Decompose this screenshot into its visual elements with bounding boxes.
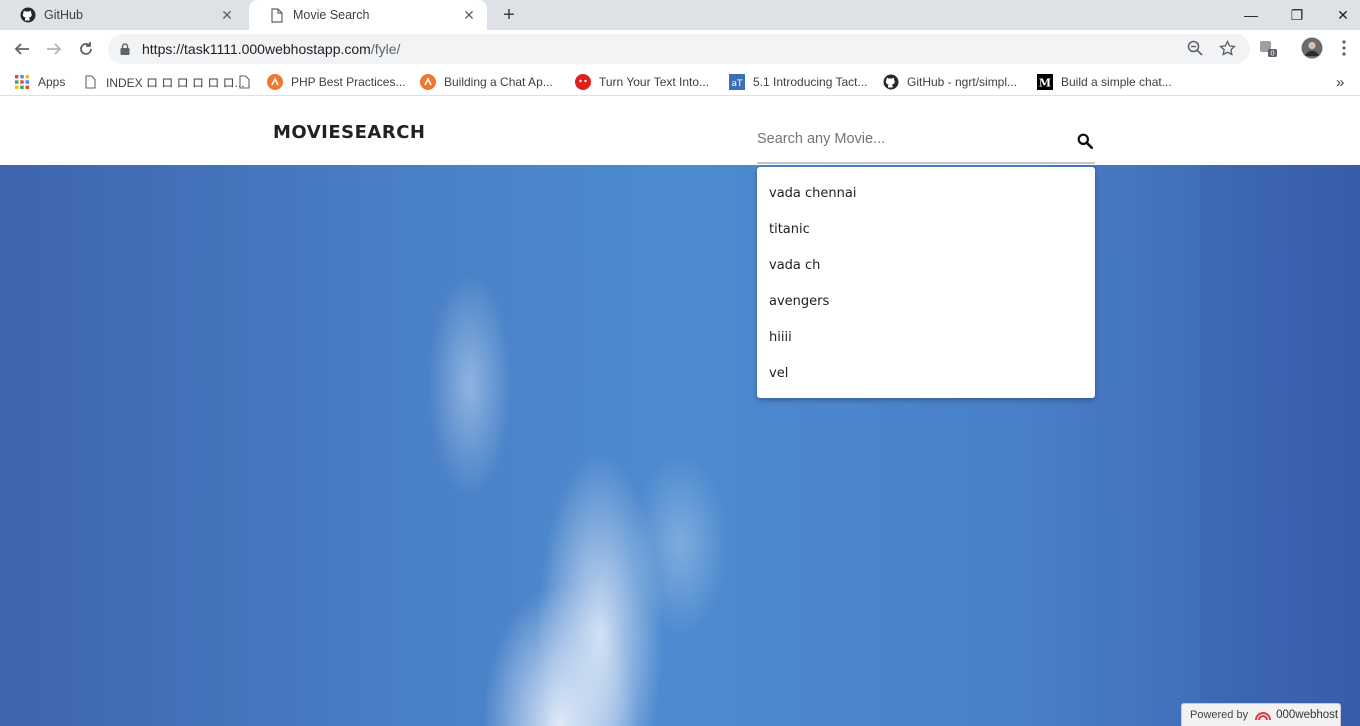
tab-title: Movie Search (293, 8, 370, 22)
bookmark-build-simple-chat[interactable]: M Build a simple chat... (1037, 72, 1172, 92)
suggestion-item[interactable]: vada chennai (757, 175, 1095, 211)
suggestion-item[interactable]: hiiii (757, 319, 1095, 355)
powered-by-label: Powered by (1190, 709, 1249, 721)
github-icon (883, 74, 899, 90)
minimize-button[interactable]: — (1228, 0, 1274, 30)
extension-icon[interactable]: 0 (1258, 38, 1278, 58)
bookmark-label: Turn Your Text Into... (599, 75, 710, 89)
bookmark-label: Building a Chat Ap... (444, 75, 553, 89)
restore-button[interactable]: ❐ (1274, 0, 1320, 30)
back-arrow-icon (14, 43, 29, 55)
background-edge-shade (1200, 165, 1360, 726)
bookmark-index[interactable]: INDEX ロ ロ ロ ロ ロ ロ... (82, 72, 245, 92)
close-icon[interactable]: ✕ (219, 7, 235, 23)
orange-logo-icon (420, 74, 436, 90)
window-close-button[interactable]: ✕ (1320, 0, 1360, 30)
tab-title: GitHub (44, 8, 83, 22)
site-navbar: MOVIESEARCH (0, 101, 1360, 165)
suggestion-item[interactable]: vada ch (757, 247, 1095, 283)
profile-avatar[interactable] (1300, 36, 1324, 60)
suggestion-item[interactable]: avengers (757, 283, 1095, 319)
zoom-icon[interactable] (1185, 38, 1205, 58)
medium-icon: M (1037, 74, 1053, 90)
bookmark-label: 5.1 Introducing Tact... (753, 75, 868, 89)
bookmark-php-best-practices[interactable]: PHP Best Practices... (267, 72, 406, 92)
suggestion-item[interactable]: vel (757, 355, 1095, 391)
github-icon (20, 7, 36, 23)
forward-button[interactable] (43, 38, 65, 60)
bookmarks-overflow-button[interactable]: » (1336, 72, 1344, 92)
bookmark-label: INDEX ロ ロ ロ ロ ロ ロ... (106, 75, 245, 90)
address-bar[interactable]: https://task1111.000webhostapp.com/fyle/ (108, 34, 1250, 64)
page-viewport: MOVIESEARCH vada chennai titanic vada ch… (0, 101, 1360, 726)
url-path: /fyle/ (370, 41, 401, 57)
suggestion-item[interactable]: titanic (757, 211, 1095, 247)
orange-logo-icon (267, 74, 283, 90)
bookmark-apps[interactable]: Apps (14, 72, 65, 92)
host-brand: 000webhost (1276, 709, 1339, 721)
page-icon (269, 7, 285, 23)
bookmark-label: PHP Best Practices... (291, 75, 406, 89)
search-icon[interactable] (1075, 131, 1095, 151)
search-box (757, 125, 1095, 164)
back-button[interactable] (11, 38, 33, 60)
bookmark-introducing-tactics[interactable]: aT 5.1 Introducing Tact... (729, 72, 868, 92)
bookmark-building-chat-app[interactable]: Building a Chat Ap... (420, 72, 553, 92)
search-input[interactable] (757, 125, 1057, 153)
bookmark-label: Build a simple chat... (1061, 75, 1172, 89)
page-icon (82, 74, 98, 90)
new-tab-button[interactable]: + (498, 4, 520, 26)
url-text: https://task1111.000webhostapp.com/fyle/ (142, 41, 400, 57)
bookmark-blank[interactable] (236, 72, 260, 92)
site-brand[interactable]: MOVIESEARCH (273, 122, 425, 143)
forward-arrow-icon (47, 43, 62, 55)
page-icon (236, 74, 252, 90)
tab-github[interactable]: GitHub ✕ (0, 0, 245, 30)
red-circle-icon (575, 74, 591, 90)
apps-grid-icon (14, 74, 30, 90)
bookmark-turn-text[interactable]: Turn Your Text Into... (575, 72, 709, 92)
powered-by-badge[interactable]: Powered by 000webhost (1181, 703, 1341, 726)
reload-button[interactable] (75, 38, 97, 60)
hero-background-image (0, 165, 1360, 726)
bookmark-github-ngrt[interactable]: GitHub - ngrt/simpl... (883, 72, 1017, 92)
bookmark-label: GitHub - ngrt/simpl... (907, 75, 1018, 89)
bookmark-label: Apps (38, 75, 66, 89)
bookmarks-bar: Apps INDEX ロ ロ ロ ロ ロ ロ... PHP Best Pract… (0, 68, 1360, 96)
search-suggestions: vada chennai titanic vada ch avengers hi… (757, 167, 1095, 398)
url-host: https://task1111.000webhostapp.com (142, 41, 371, 57)
svg-text:M: M (1039, 77, 1051, 90)
tactics-icon: aT (729, 74, 745, 90)
menu-kebab-icon[interactable] (1334, 38, 1354, 58)
tab-strip: GitHub ✕ Movie Search ✕ + — ❐ ✕ (0, 0, 1360, 30)
lock-icon (120, 42, 132, 56)
webhost-logo-icon (1254, 708, 1272, 722)
bookmark-star-icon[interactable] (1217, 38, 1237, 58)
extension-badge: 0 (1270, 50, 1274, 58)
browser-toolbar: https://task1111.000webhostapp.com/fyle/… (0, 30, 1360, 68)
close-icon[interactable]: ✕ (461, 7, 477, 23)
svg-text:aT: aT (731, 79, 743, 89)
reload-icon (80, 42, 92, 55)
tab-movie-search[interactable]: Movie Search ✕ (249, 0, 487, 30)
